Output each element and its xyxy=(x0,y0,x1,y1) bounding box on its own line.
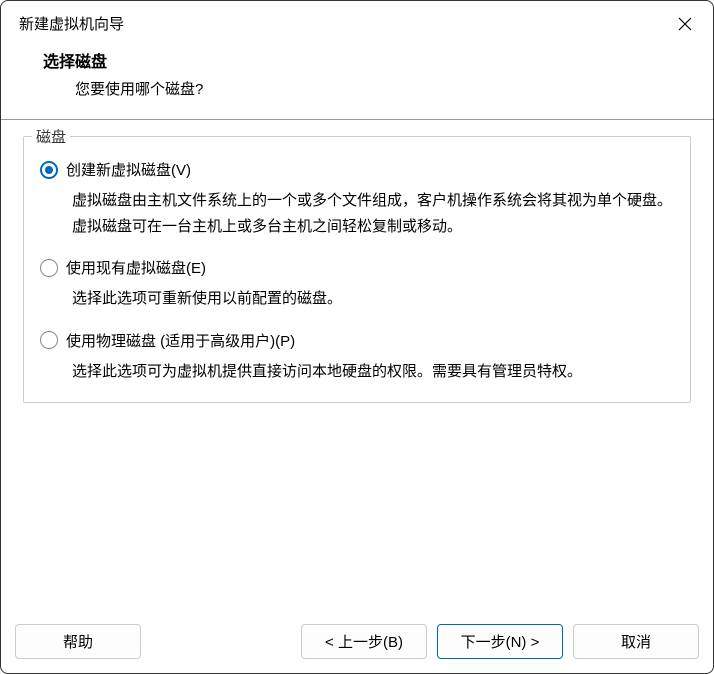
radio-icon xyxy=(40,161,58,179)
radio-description: 选择此选项可重新使用以前配置的磁盘。 xyxy=(72,286,674,312)
titlebar: 新建虚拟机向导 xyxy=(1,1,713,42)
button-bar: 帮助 < 上一步(B) 下一步(N) > 取消 xyxy=(1,614,713,673)
back-button[interactable]: < 上一步(B) xyxy=(301,624,427,659)
radio-label: 创建新虚拟磁盘(V) xyxy=(66,159,191,180)
page-title: 选择磁盘 xyxy=(43,48,695,72)
window-title: 新建虚拟机向导 xyxy=(19,13,124,34)
close-icon xyxy=(677,16,693,32)
radio-option-existing: 使用现有虚拟磁盘(E) 选择此选项可重新使用以前配置的磁盘。 xyxy=(40,257,674,312)
page-subtitle: 您要使用哪个磁盘? xyxy=(43,78,695,99)
radio-option-create-new: 创建新虚拟磁盘(V) 虚拟磁盘由主机文件系统上的一个或多个文件组成，客户机操作系… xyxy=(40,159,674,239)
close-button[interactable] xyxy=(675,14,695,34)
radio-create-new[interactable]: 创建新虚拟磁盘(V) xyxy=(40,159,674,180)
radio-description: 选择此选项可为虚拟机提供直接访问本地硬盘的权限。需要具有管理员特权。 xyxy=(72,359,674,385)
radio-physical[interactable]: 使用物理磁盘 (适用于高级用户)(P) xyxy=(40,330,674,351)
next-button[interactable]: 下一步(N) > xyxy=(437,624,563,659)
content-area: 磁盘 创建新虚拟磁盘(V) 虚拟磁盘由主机文件系统上的一个或多个文件组成，客户机… xyxy=(1,120,713,614)
radio-option-physical: 使用物理磁盘 (适用于高级用户)(P) 选择此选项可为虚拟机提供直接访问本地硬盘… xyxy=(40,330,674,385)
wizard-header: 选择磁盘 您要使用哪个磁盘? xyxy=(1,42,713,119)
radio-icon xyxy=(40,331,58,349)
groupbox-label: 磁盘 xyxy=(32,126,70,147)
help-button[interactable]: 帮助 xyxy=(15,624,141,659)
radio-icon xyxy=(40,259,58,277)
radio-existing[interactable]: 使用现有虚拟磁盘(E) xyxy=(40,257,674,278)
disk-groupbox: 磁盘 创建新虚拟磁盘(V) 虚拟磁盘由主机文件系统上的一个或多个文件组成，客户机… xyxy=(23,136,691,403)
cancel-button[interactable]: 取消 xyxy=(573,624,699,659)
radio-label: 使用物理磁盘 (适用于高级用户)(P) xyxy=(66,330,295,351)
radio-description: 虚拟磁盘由主机文件系统上的一个或多个文件组成，客户机操作系统会将其视为单个硬盘。… xyxy=(72,188,674,239)
radio-label: 使用现有虚拟磁盘(E) xyxy=(66,257,206,278)
